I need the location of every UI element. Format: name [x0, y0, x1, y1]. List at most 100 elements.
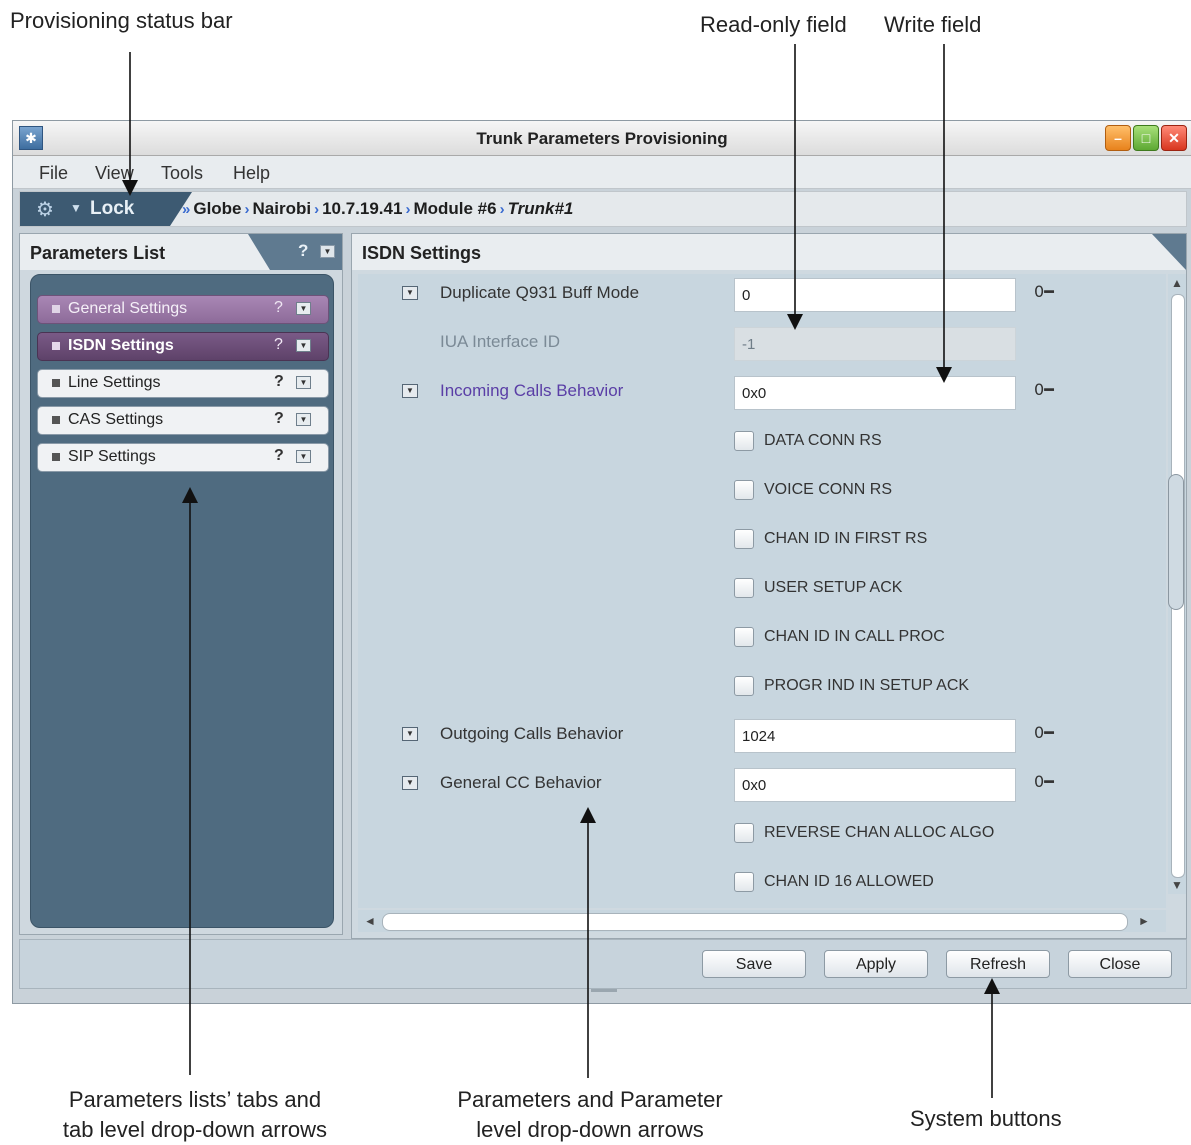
- field-value: 0x0: [742, 777, 767, 794]
- tab-label: SIP Settings: [68, 448, 156, 465]
- key-icon[interactable]: 0━: [1034, 282, 1054, 301]
- general-cc-input[interactable]: 0x0: [734, 768, 1016, 802]
- checkbox-label: USER SETUP ACK: [764, 579, 903, 596]
- annotation-tabs-line1: Parameters lists’ tabs and: [68, 1087, 322, 1112]
- incoming-calls-input[interactable]: 0x0: [734, 376, 1016, 410]
- gear-icon: ⚙: [36, 199, 54, 221]
- checkbox-label: PROGR IND IN SETUP ACK: [764, 677, 970, 694]
- tab-line-settings[interactable]: Line Settings ? ▼: [37, 369, 329, 398]
- menu-file[interactable]: File: [39, 163, 68, 184]
- annotation-system-buttons: System buttons: [910, 1106, 1062, 1131]
- parameters-list-panel: Parameters List ? ▼ General Settings ? ▼…: [19, 233, 343, 935]
- checkbox-progr-ind-in-setup-ack[interactable]: [734, 676, 754, 696]
- tab-label: Line Settings: [68, 374, 161, 391]
- refresh-button[interactable]: Refresh: [946, 950, 1050, 978]
- isdn-settings-title: ISDN Settings: [362, 243, 482, 263]
- parameters-list-body: General Settings ? ▼ ISDN Settings ? ▼ L…: [30, 274, 334, 928]
- dropdown-arrow-icon[interactable]: ▼: [402, 776, 418, 790]
- title-bar[interactable]: ✱ Trunk Parameters Provisioning – □ ✕: [13, 121, 1191, 156]
- checkbox-chan-id-in-call-proc[interactable]: [734, 627, 754, 647]
- help-icon[interactable]: ?: [274, 410, 284, 428]
- outgoing-calls-input[interactable]: 1024: [734, 719, 1016, 753]
- window-title: Trunk Parameters Provisioning: [476, 129, 728, 148]
- breadcrumb-nairobi[interactable]: Nairobi: [253, 199, 312, 218]
- lock-toggle[interactable]: ⚙ ▼ Lock: [20, 192, 192, 226]
- menu-tools[interactable]: Tools: [161, 163, 203, 184]
- isdn-parameters-area: ▼ Duplicate Q931 Buff Mode 0 0━ IUA Inte…: [358, 274, 1166, 908]
- help-icon[interactable]: ?: [274, 299, 283, 317]
- help-icon[interactable]: ?: [274, 336, 283, 354]
- dropdown-arrow-icon[interactable]: ▼: [296, 413, 311, 426]
- dropdown-arrow-icon[interactable]: ▼: [402, 384, 418, 398]
- dropdown-arrow-icon[interactable]: ▼: [296, 302, 311, 315]
- parameters-list-title: Parameters List: [30, 243, 166, 263]
- breadcrumb-separator-icon: ›: [499, 201, 505, 218]
- scroll-track[interactable]: [382, 913, 1128, 931]
- dropdown-arrow-icon[interactable]: ▼: [296, 339, 311, 352]
- checkbox-reverse-chan-alloc-algo[interactable]: [734, 823, 754, 843]
- field-value: 0: [742, 287, 751, 304]
- key-icon[interactable]: 0━: [1034, 772, 1054, 791]
- param-label-general-cc: General CC Behavior: [440, 773, 602, 792]
- param-label-incoming-calls[interactable]: Incoming Calls Behavior: [440, 381, 623, 401]
- dropdown-arrow-icon[interactable]: ▼: [402, 286, 418, 300]
- breadcrumb-globe[interactable]: Globe: [193, 199, 241, 218]
- breadcrumb-ip[interactable]: 10.7.19.41: [322, 199, 402, 218]
- checkbox-chan-id-in-first-rs[interactable]: [734, 529, 754, 549]
- menu-view[interactable]: View: [95, 163, 134, 184]
- horizontal-scrollbar[interactable]: ◄ ►: [358, 910, 1166, 932]
- scroll-left-icon[interactable]: ◄: [364, 914, 376, 928]
- tab-label: CAS Settings: [68, 411, 164, 428]
- menu-help[interactable]: Help: [233, 163, 270, 184]
- tab-general-settings[interactable]: General Settings ? ▼: [37, 295, 329, 324]
- annotation-params-line2: level drop-down arrows: [476, 1117, 704, 1142]
- help-icon[interactable]: ?: [298, 241, 308, 261]
- checkbox-voice-conn-rs[interactable]: [734, 480, 754, 500]
- bullet-icon: [52, 379, 60, 387]
- panel-corner-icon: [1152, 234, 1186, 270]
- help-icon[interactable]: ?: [274, 373, 284, 391]
- scroll-up-icon[interactable]: ▲: [1171, 276, 1183, 290]
- breadcrumb-module[interactable]: Module #6: [413, 199, 496, 218]
- trunk-provisioning-window: ✱ Trunk Parameters Provisioning – □ ✕ Fi…: [12, 120, 1191, 1004]
- vertical-scrollbar[interactable]: ▲ ▼: [1168, 274, 1186, 894]
- param-label-outgoing-calls: Outgoing Calls Behavior: [440, 724, 624, 743]
- duplicate-q931-input[interactable]: 0: [734, 278, 1016, 312]
- scroll-right-icon[interactable]: ►: [1138, 914, 1150, 928]
- tab-sip-settings[interactable]: SIP Settings ? ▼: [37, 443, 329, 472]
- dropdown-arrow-icon[interactable]: ▼: [296, 450, 311, 463]
- breadcrumb-trunk[interactable]: Trunk#1: [508, 199, 574, 218]
- field-value: -1: [742, 336, 756, 353]
- apply-button[interactable]: Apply: [824, 950, 928, 978]
- tab-cas-settings[interactable]: CAS Settings ? ▼: [37, 406, 329, 435]
- parameters-list-header-tab: ? ▼: [248, 234, 342, 270]
- close-window-button[interactable]: ✕: [1161, 125, 1187, 151]
- isdn-settings-panel: ISDN Settings ▼ Duplicate Q931 Buff Mode…: [351, 233, 1187, 939]
- breadcrumb: » Globe › Nairobi › 10.7.19.41 › Module #6 › Trun…: [182, 199, 573, 219]
- dropdown-arrow-icon[interactable]: ▼: [320, 245, 335, 258]
- system-buttons-bar: Save Apply Refresh Close: [19, 939, 1187, 989]
- iua-interface-id-field: -1: [734, 327, 1016, 361]
- save-button[interactable]: Save: [702, 950, 806, 978]
- key-icon[interactable]: 0━: [1034, 723, 1054, 742]
- resize-grip-icon[interactable]: [591, 989, 617, 992]
- lock-label: Lock: [90, 198, 135, 219]
- checkbox-user-setup-ack[interactable]: [734, 578, 754, 598]
- scroll-thumb[interactable]: [1168, 474, 1184, 610]
- maximize-button[interactable]: □: [1133, 125, 1159, 151]
- field-value: 0x0: [742, 385, 767, 402]
- annotation-params: Parameters and Parameter level drop-down…: [420, 1085, 760, 1145]
- help-icon[interactable]: ?: [274, 447, 284, 465]
- checkbox-label: CHAN ID IN FIRST RS: [764, 530, 928, 547]
- key-icon[interactable]: 0━: [1034, 380, 1054, 399]
- checkbox-chan-id-16-allowed[interactable]: [734, 872, 754, 892]
- checkbox-label: REVERSE CHAN ALLOC ALGO: [764, 824, 995, 841]
- scroll-down-icon[interactable]: ▼: [1171, 878, 1183, 892]
- checkbox-data-conn-rs[interactable]: [734, 431, 754, 451]
- minimize-button[interactable]: –: [1105, 125, 1131, 151]
- close-button[interactable]: Close: [1068, 950, 1172, 978]
- dropdown-arrow-icon[interactable]: ▼: [296, 376, 311, 389]
- breadcrumb-separator-icon: ›: [314, 201, 320, 218]
- dropdown-arrow-icon[interactable]: ▼: [402, 727, 418, 741]
- tab-isdn-settings[interactable]: ISDN Settings ? ▼: [37, 332, 329, 361]
